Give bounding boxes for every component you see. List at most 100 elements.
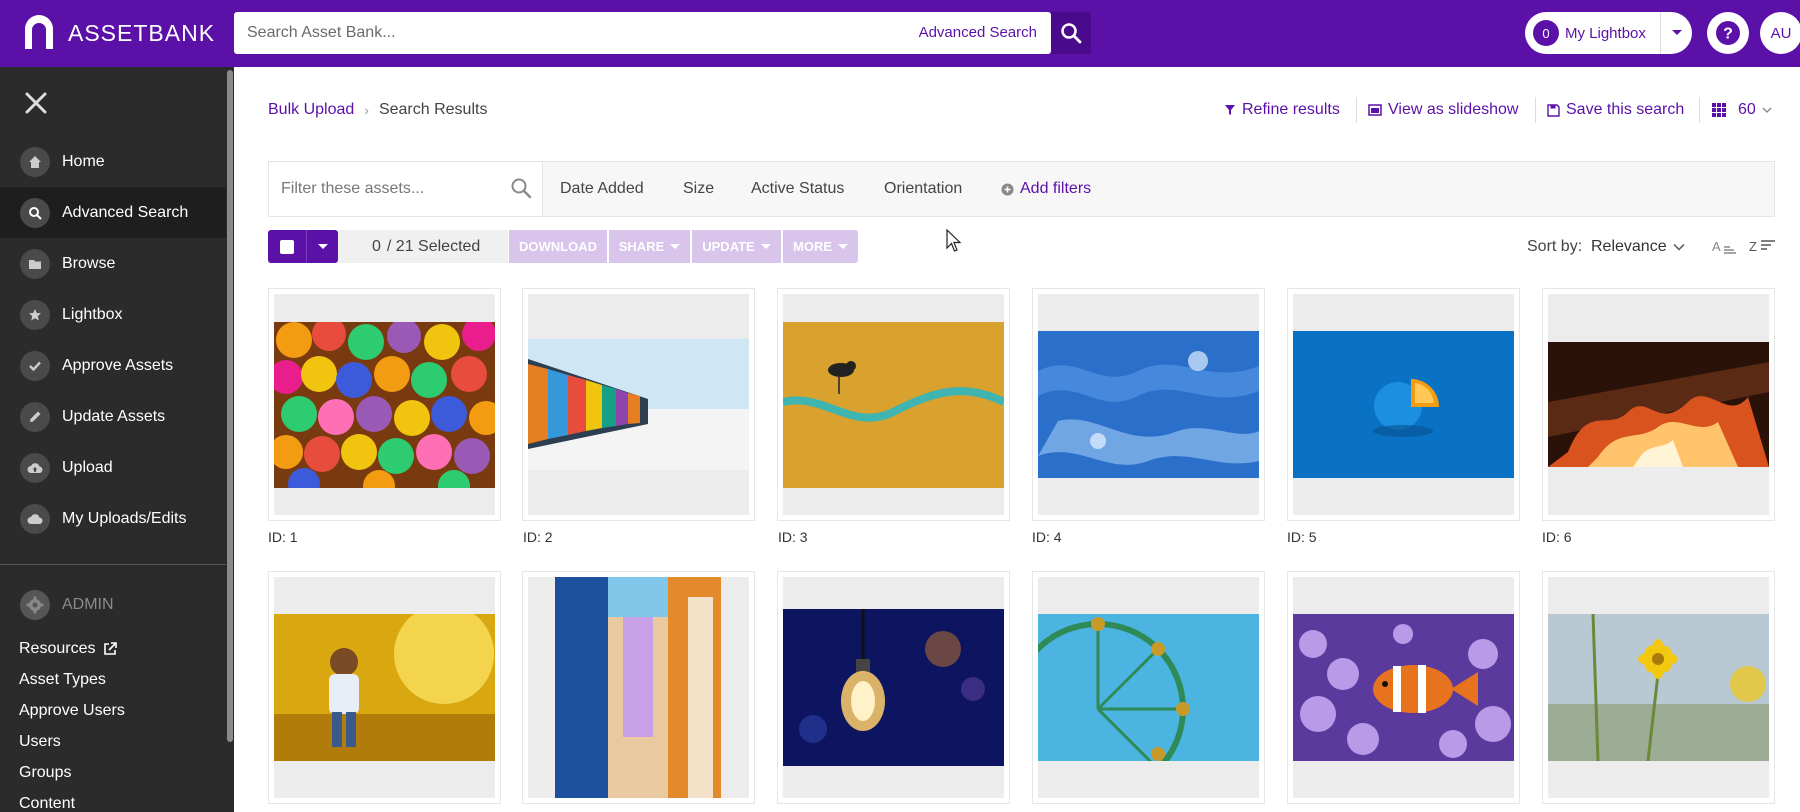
close-icon[interactable] [24,91,48,115]
asset-card[interactable] [522,571,755,804]
sidebar-scrollbar-thumb[interactable] [227,70,233,742]
sort-descending-icon[interactable]: Z [1749,238,1775,254]
asset-thumbnail[interactable] [783,577,1004,798]
asset-thumbnail[interactable] [528,577,749,798]
sidebar-item-upload[interactable]: Upload [0,442,226,493]
asset-thumbnail[interactable] [528,294,749,515]
asset-image-clownfish [1293,614,1514,761]
search-placeholder: Search Asset Bank... [247,24,396,41]
download-label: DOWNLOAD [519,239,597,254]
filter-tab-size[interactable]: Size [683,180,714,198]
asset-thumbnail[interactable] [1548,294,1769,515]
sidebar-item-home[interactable]: Home [0,136,226,187]
toolbar-divider [1699,97,1700,123]
sort-ascending-icon[interactable]: A [1712,238,1736,254]
help-button[interactable]: ? [1707,12,1749,54]
advanced-search-link[interactable]: Advanced Search [919,24,1037,41]
asset-image-fire [1548,342,1769,467]
gear-icon [20,590,50,620]
logo-mark-icon [25,15,53,49]
asset-image-yellow-flower [1548,614,1769,761]
asset-card[interactable] [777,288,1010,521]
add-filters-button[interactable]: Add filters [1001,180,1091,198]
page-size-value: 60 [1738,101,1756,118]
sidebar-item-approve-assets[interactable]: Approve Assets [0,340,226,391]
assetbank-logo[interactable]: ASSETBANK [22,14,215,52]
asset-card[interactable] [1032,571,1265,804]
filter-assets-input[interactable]: Filter these assets... [269,162,543,216]
asset-thumbnail[interactable] [1548,577,1769,798]
asset-thumbnail[interactable] [1038,294,1259,515]
asset-thumbnail[interactable] [1038,577,1259,798]
page-size-selector[interactable]: 60 [1712,101,1772,119]
select-all-checkbox[interactable] [268,230,306,263]
slideshow-icon [1368,104,1382,116]
sidebar-item-lightbox[interactable]: Lightbox [0,289,226,340]
download-button[interactable]: DOWNLOAD [509,230,607,263]
refine-results-label: Refine results [1242,101,1340,118]
svg-text:Z: Z [1749,239,1757,254]
lightbox-dropdown-toggle[interactable] [1660,12,1692,54]
asset-card[interactable] [1287,571,1520,804]
admin-link-groups[interactable]: Groups [19,764,71,782]
breadcrumb-link-bulk-upload[interactable]: Bulk Upload [268,101,354,119]
asset-card[interactable] [1287,288,1520,521]
share-button[interactable]: SHARE [609,230,690,263]
plus-circle-icon [1001,183,1014,195]
global-search-input[interactable]: Search Asset Bank... Advanced Search [234,12,1051,54]
share-label: SHARE [618,239,665,254]
search-icon [20,197,50,228]
caret-down-icon [838,243,848,249]
save-icon [1547,103,1560,117]
filter-tab-orientation[interactable]: Orientation [884,180,962,198]
asset-thumbnail[interactable] [783,294,1004,515]
asset-card[interactable] [1032,288,1265,521]
external-link-icon [104,642,118,655]
admin-link-approve-users[interactable]: Approve Users [19,702,125,720]
sidebar-item-my-uploads-edits[interactable]: My Uploads/Edits [0,493,226,544]
search-icon[interactable] [510,177,532,199]
asset-card[interactable] [268,288,501,521]
chevron-right-icon: › [364,102,369,118]
asset-card[interactable] [1542,571,1775,804]
selected-total: / 21 Selected [386,237,481,255]
asset-thumbnail[interactable] [1293,294,1514,515]
filter-tab-active-status[interactable]: Active Status [751,180,844,198]
cloud-icon [20,503,50,534]
asset-thumbnail[interactable] [274,294,495,515]
lightbox-count-badge: 0 [1533,20,1559,46]
my-lightbox-button[interactable]: 0 My Lightbox [1525,12,1660,54]
refine-results-button[interactable]: Refine results [1224,101,1340,119]
asset-card[interactable] [522,288,755,521]
asset-image-blue-water [1038,331,1259,478]
asset-card[interactable] [1542,288,1775,521]
asset-thumbnail[interactable] [274,577,495,798]
sidebar-item-browse[interactable]: Browse [0,238,226,289]
sidebar-item-advanced-search[interactable]: Advanced Search [0,187,226,238]
asset-card[interactable] [777,571,1010,804]
select-options-dropdown[interactable] [306,230,338,263]
user-avatar[interactable]: AU [1760,12,1800,54]
sidebar-item-update-assets[interactable]: Update Assets [0,391,226,442]
admin-link-users[interactable]: Users [19,733,61,751]
admin-link-content[interactable]: Content [19,795,75,812]
asset-image-ferris-wheel [1038,614,1259,761]
save-search-button[interactable]: Save this search [1547,101,1684,119]
asset-card[interactable] [268,571,501,804]
update-button[interactable]: UPDATE [692,230,781,263]
folder-icon [20,248,50,279]
search-button[interactable] [1051,12,1091,54]
admin-link-asset-types[interactable]: Asset Types [19,671,106,689]
mouse-pointer-icon [946,229,962,252]
breadcrumb-current: Search Results [378,101,488,118]
filter-tab-date-added[interactable]: Date Added [560,180,644,198]
sidebar-item-label: Home [62,152,105,170]
sidebar-divider [0,564,226,565]
admin-link-resources[interactable]: Resources [19,640,118,658]
sort-dropdown[interactable]: Relevance [1591,238,1685,256]
asset-image-child-in-sunlight [274,614,495,761]
view-slideshow-button[interactable]: View as slideshow [1368,101,1518,119]
more-button[interactable]: MORE [783,230,858,263]
search-icon [1061,23,1082,44]
asset-thumbnail[interactable] [1293,577,1514,798]
